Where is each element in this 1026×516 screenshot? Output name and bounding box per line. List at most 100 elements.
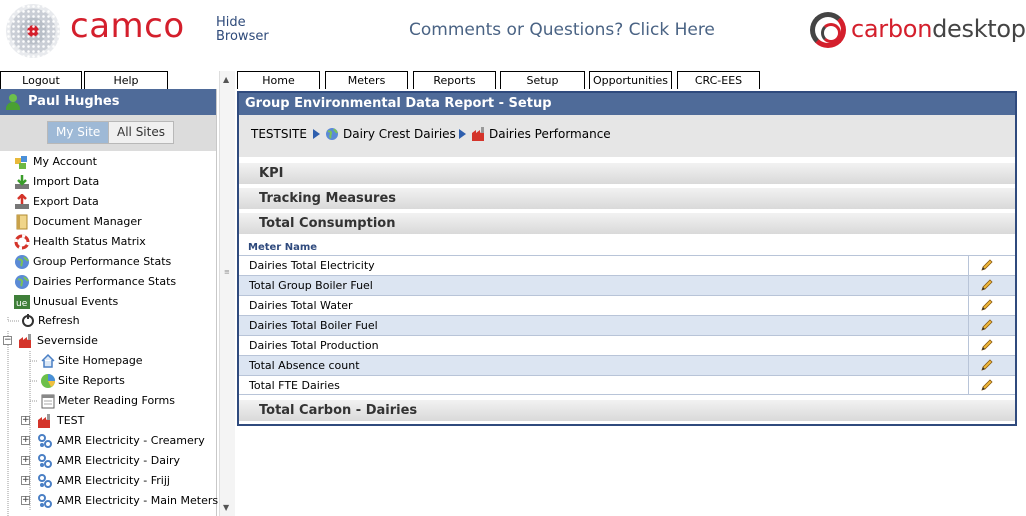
edit-pencil-icon[interactable] [980,358,994,372]
sidebar: Paul Hughes My Site All Sites My Account… [0,89,218,516]
factory-icon [471,126,487,145]
carbondesktop-logo-text: carbondesktop [851,15,1026,43]
breadcrumb: TESTSITE Dairy Crest Dairies Dairies Per… [239,115,1015,157]
table-row: Dairies Total Production [239,335,1015,355]
tab-meters[interactable]: Meters [325,71,408,89]
tree-item-label: Refresh [38,314,80,327]
sidebar-item-label: Health Status Matrix [33,235,146,248]
meter-name-cell: Total Absence count [249,359,360,372]
camco-logo-icon [6,4,60,58]
edit-cell [968,316,1017,335]
sidebar-item-label: Export Data [33,195,99,208]
splitter-grip-icon[interactable]: ≡ [224,269,232,276]
meter-name-cell: Total Group Boiler Fuel [249,279,373,292]
my-account-icon [14,154,30,170]
scroll-down-icon[interactable]: ▼ [223,503,229,512]
tab-home[interactable]: Home [237,71,320,89]
tab-opportunities[interactable]: Opportunities [589,71,672,89]
table-row: Total Group Boiler Fuel [239,275,1015,295]
tree-item-label: Site Homepage [58,354,143,367]
tab-setup[interactable]: Setup [500,71,585,89]
user-bar: Paul Hughes [0,89,216,115]
carbondesktop-logo-icon [810,12,846,48]
meter-name-cell: Dairies Total Boiler Fuel [249,319,378,332]
lifebuoy-icon [14,234,30,250]
edit-pencil-icon[interactable] [980,278,994,292]
meter-name-cell: Dairies Total Production [249,339,379,352]
expand-icon[interactable]: + [21,476,30,485]
globe-icon [14,254,30,270]
expand-icon[interactable]: + [21,496,30,505]
table-row: Total Absence count [239,355,1015,375]
tree-item-amr-main-meters[interactable]: + AMR Electricity - Main Meters [21,491,218,511]
meter-name-cell: Total FTE Dairies [249,379,340,392]
tree-item-amr-frijj[interactable]: + AMR Electricity - Frijj [21,471,211,491]
edit-cell [968,276,1017,295]
edit-cell [968,256,1017,275]
meter-name-cell: Dairies Total Electricity [249,259,375,272]
import-icon [14,174,30,190]
globe-icon [14,274,30,290]
hide-browser-link[interactable]: Hide Browser [216,16,276,44]
expand-icon[interactable]: + [21,436,30,445]
meter-group-icon [37,473,53,489]
tree-item-test[interactable]: + TEST [21,411,201,431]
expand-icon[interactable]: + [21,416,30,425]
meter-name-cell: Dairies Total Water [249,299,353,312]
meter-name-column-header: Meter Name [248,242,318,253]
svg-text:ue: ue [16,299,28,309]
report-setup-panel: Group Environmental Data Report - Setup … [237,91,1017,426]
sidebar-item-label: Document Manager [33,215,142,228]
my-site-button[interactable]: My Site [47,121,110,144]
expand-icon[interactable]: + [21,456,30,465]
table-row: Dairies Total Water [239,295,1015,315]
edit-cell [968,356,1017,375]
section-tracking-measures[interactable]: Tracking Measures [239,187,1015,209]
site-toggle: My Site All Sites [0,115,216,151]
tree-item-label: TEST [57,414,85,427]
table-row: Dairies Total Electricity [239,255,1015,275]
tree-item-severnside[interactable]: − Severnside [0,331,200,351]
breadcrumb-testsite[interactable]: TESTSITE [251,127,307,141]
edit-cell [968,336,1017,355]
export-icon [14,193,30,210]
sidebar-scrollbar[interactable]: ▲ ≡ ▼ [219,71,235,516]
table-row: Dairies Total Boiler Fuel [239,315,1015,335]
meter-group-icon [37,493,53,509]
factory-icon [18,333,34,349]
sidebar-item-label: Group Performance Stats [33,255,172,268]
all-sites-button[interactable]: All Sites [108,121,174,144]
sidebar-item-label: Import Data [33,175,100,188]
edit-cell [968,296,1017,315]
user-name: Paul Hughes [28,94,120,109]
edit-pencil-icon[interactable] [980,298,994,312]
section-total-carbon-dairies[interactable]: Total Carbon - Dairies [239,399,1015,421]
breadcrumb-dairies-performance: Dairies Performance [489,127,611,141]
refresh-icon [20,313,36,329]
logout-button[interactable]: Logout [0,71,82,89]
edit-pencil-icon[interactable] [980,318,994,332]
breadcrumb-dairy-crest-dairies[interactable]: Dairy Crest Dairies [343,127,456,141]
carbondesktop-logo-part2: desktop [932,15,1026,43]
app-header: camco Hide Browser Comments or Questions… [0,0,1026,68]
user-icon [6,94,20,110]
meter-group-icon [37,453,53,469]
tree-item-label: AMR Electricity - Frijj [57,474,170,487]
meter-group-icon [37,433,53,449]
tab-reports[interactable]: Reports [413,71,496,89]
edit-pencil-icon[interactable] [980,378,994,392]
edit-pencil-icon[interactable] [980,258,994,272]
document-icon [14,214,30,230]
tree-item-amr-dairy[interactable]: + AMR Electricity - Dairy [21,451,211,471]
factory-icon [37,413,53,429]
chevron-right-icon [458,128,467,142]
section-total-consumption[interactable]: Total Consumption [239,212,1015,234]
scroll-up-icon[interactable]: ▲ [223,75,229,84]
edit-pencil-icon[interactable] [980,338,994,352]
tab-crc-ees[interactable]: CRC-EES [677,71,760,89]
comments-link[interactable]: Comments or Questions? Click Here [409,20,715,40]
collapse-icon[interactable]: − [3,336,12,345]
section-kpi[interactable]: KPI [239,162,1015,184]
help-button[interactable]: Help [84,71,168,89]
tree-item-amr-creamery[interactable]: + AMR Electricity - Creamery [21,431,211,451]
